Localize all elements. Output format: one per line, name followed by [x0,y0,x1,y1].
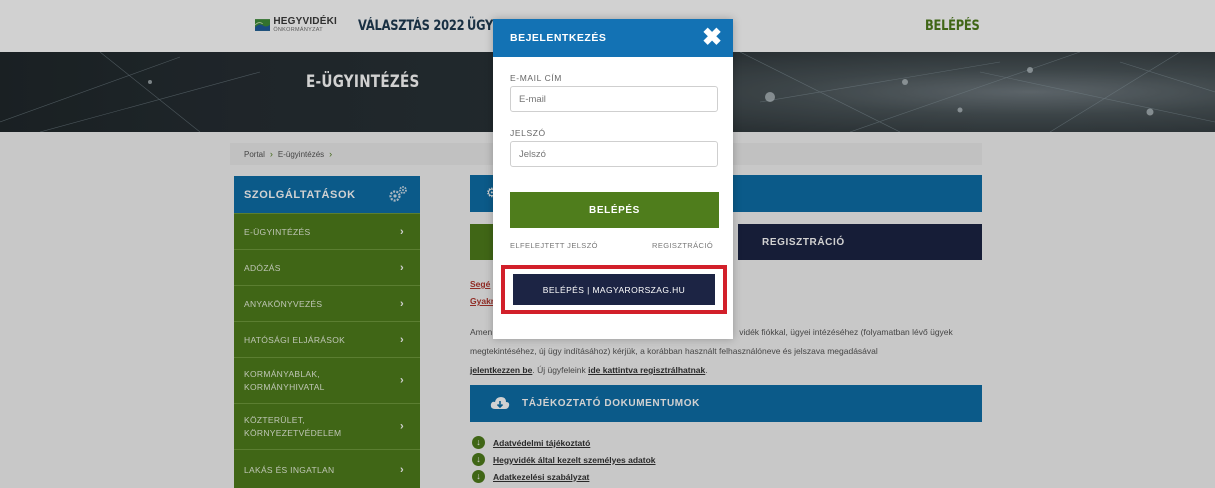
password-label: JELSZÓ [510,128,546,138]
modal-title: BEJELENTKEZÉS [510,32,607,44]
magyarorszag-login-button[interactable]: BELÉPÉS | MAGYARORSZAG.HU [513,274,715,305]
login-modal: BEJELENTKEZÉS ✖ E-MAIL CÍM JELSZÓ BELÉPÉ… [493,19,733,339]
close-icon[interactable]: ✖ [701,25,723,51]
register-link[interactable]: REGISZTRÁCIÓ [652,241,713,250]
email-label: E-MAIL CÍM [510,73,562,83]
modal-header: BEJELENTKEZÉS ✖ [493,19,733,57]
password-field[interactable] [510,141,718,167]
forgot-password-link[interactable]: ELFELEJTETT JELSZÓ [510,241,598,250]
email-field[interactable] [510,86,718,112]
highlight-box: BELÉPÉS | MAGYARORSZAG.HU [501,265,727,314]
login-button[interactable]: BELÉPÉS [510,192,719,228]
